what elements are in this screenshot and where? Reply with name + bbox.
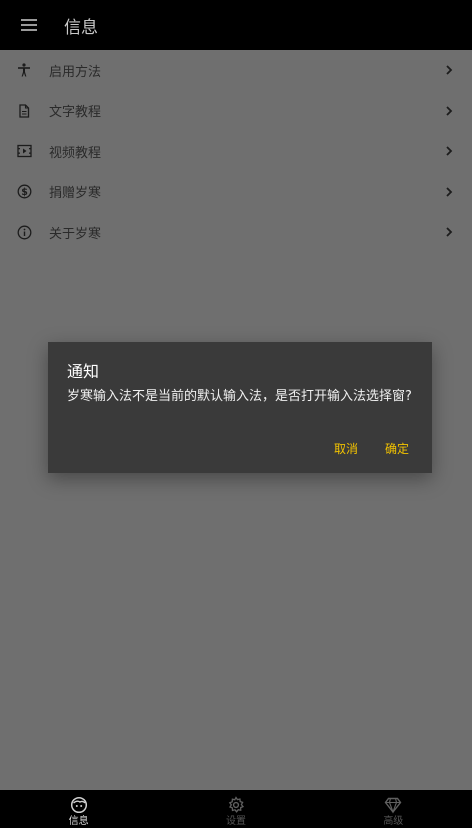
list-item-enable-method[interactable]: 启用方法 (0, 50, 472, 91)
menu-button[interactable] (0, 0, 58, 50)
dialog-title: 通知 (67, 362, 100, 381)
accessibility-icon (18, 63, 30, 77)
video-icon (16, 145, 32, 158)
chevron-right-icon (446, 146, 453, 156)
svg-text:$: $ (21, 187, 28, 198)
list-item-label: 启用方法 (49, 64, 102, 80)
list-item-about[interactable]: 关于岁寒 (0, 212, 472, 253)
nav-item-settings[interactable]: 设置 (157, 790, 314, 828)
nav-item-advanced[interactable]: 高级 (315, 790, 472, 828)
chevron-right-icon (446, 65, 453, 75)
dialog-message: 岁寒输入法不是当前的默认输入法，是否打开输入法选择窗? (67, 389, 412, 404)
diamond-icon (384, 797, 402, 814)
notification-dialog: 通知 岁寒输入法不是当前的默认输入法，是否打开输入法选择窗? 取消 确定 (48, 342, 432, 473)
chevron-right-icon (446, 187, 453, 197)
nav-item-info[interactable]: 信息 (0, 790, 157, 828)
hamburger-menu-icon (21, 19, 37, 31)
list-item-label: 视频教程 (49, 145, 102, 161)
list-item-label: 关于岁寒 (49, 226, 102, 242)
confirm-button[interactable]: 确定 (385, 440, 409, 457)
list-item-donate[interactable]: $ 捐赠岁寒 (0, 172, 472, 213)
nav-label: 高级 (383, 816, 404, 827)
info-list: 启用方法 文字教程 视频教程 $ 捐赠岁寒 关于岁寒 (0, 50, 472, 253)
dollar-circle-icon: $ (17, 184, 31, 199)
cancel-button[interactable]: 取消 (334, 440, 358, 457)
nav-label: 设置 (225, 816, 246, 827)
face-icon (70, 796, 87, 814)
app-bar: 信息 (0, 0, 472, 50)
list-item-label: 捐赠岁寒 (49, 186, 102, 202)
document-icon (19, 104, 30, 118)
page-title: 信息 (64, 17, 98, 38)
gear-icon (228, 796, 245, 813)
list-item-video-tutorial[interactable]: 视频教程 (0, 131, 472, 172)
chevron-right-icon (446, 227, 453, 237)
nav-label: 信息 (68, 816, 89, 827)
list-item-label: 文字教程 (49, 105, 102, 121)
bottom-navigation: 信息 设置 高级 (0, 790, 472, 828)
info-circle-icon (17, 225, 31, 240)
list-item-text-tutorial[interactable]: 文字教程 (0, 91, 472, 132)
chevron-right-icon (446, 106, 453, 116)
